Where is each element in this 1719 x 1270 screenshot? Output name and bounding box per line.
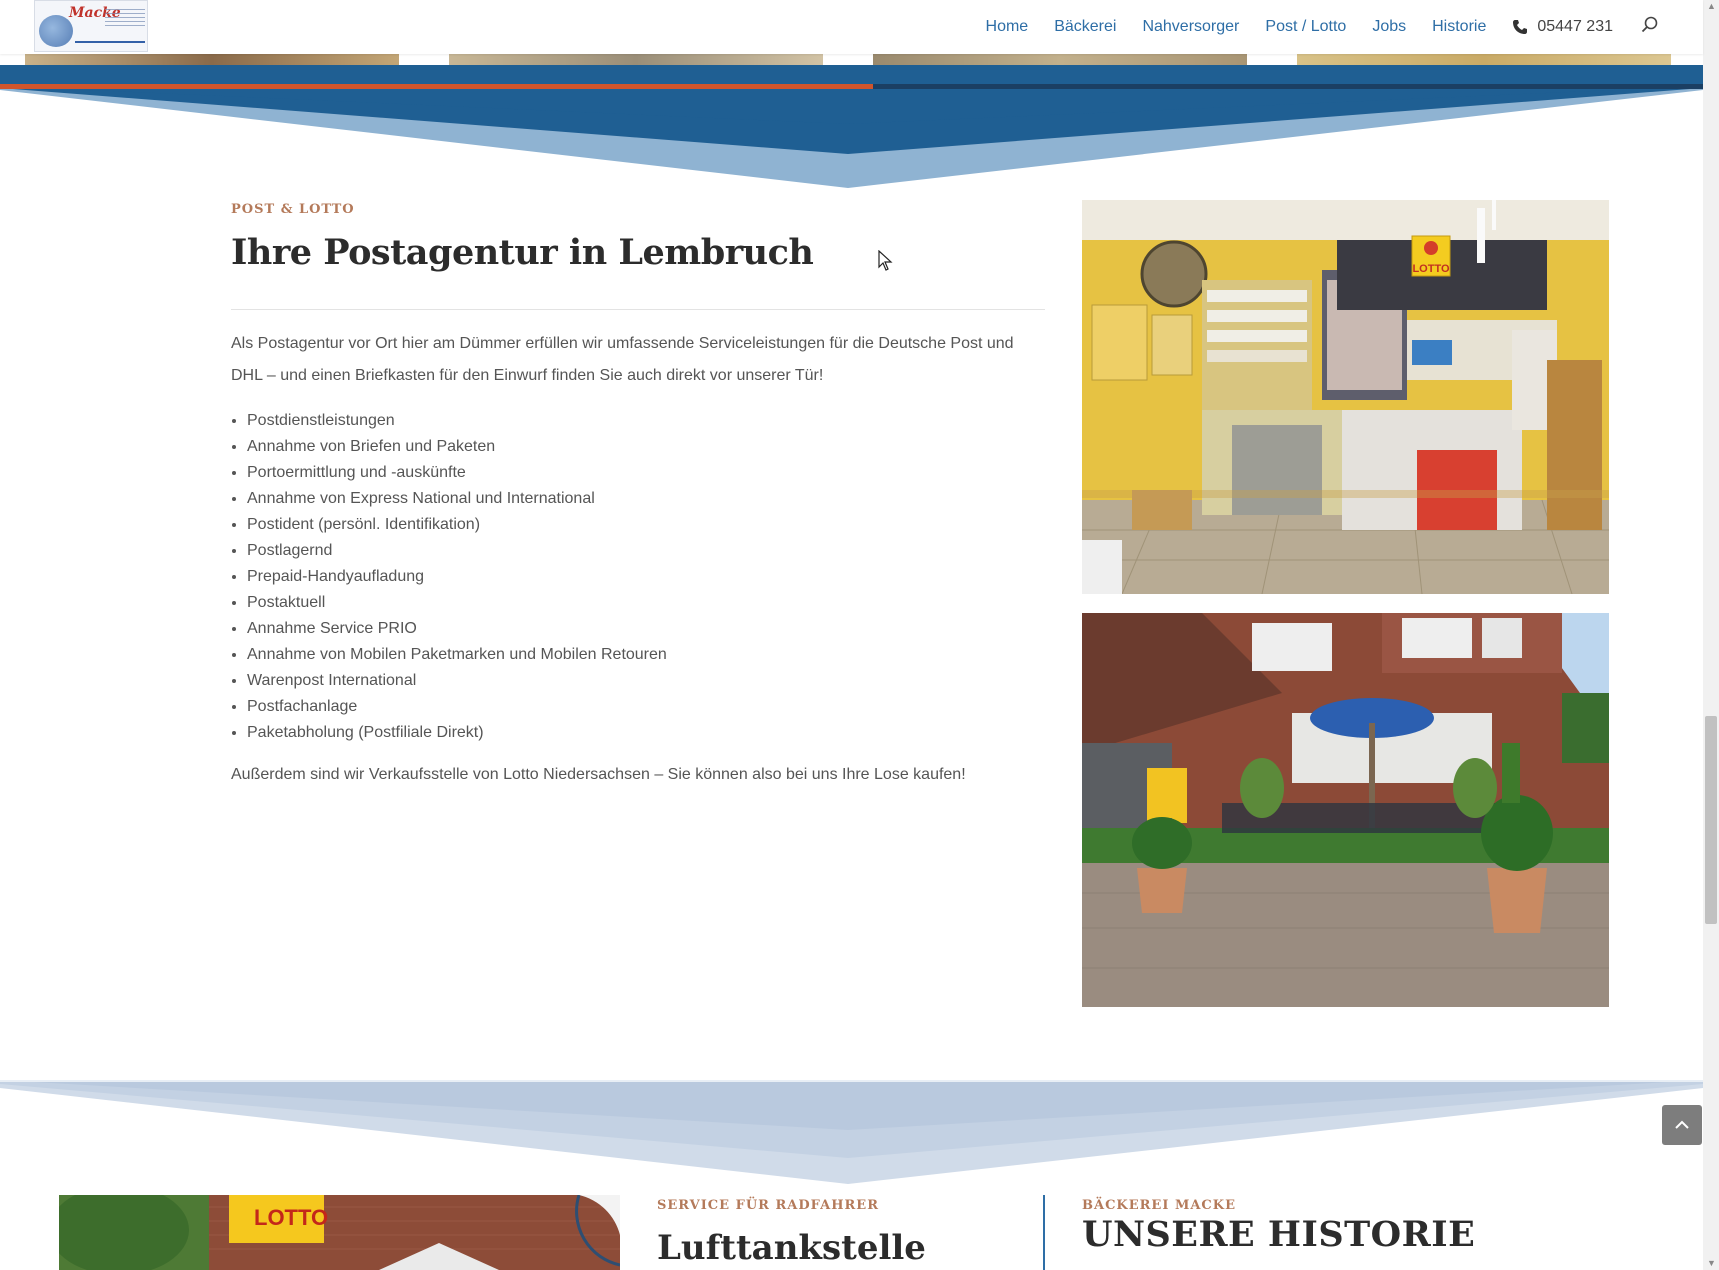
phone-icon: [1513, 20, 1528, 34]
nav-item-jobs[interactable]: Jobs: [1372, 18, 1406, 36]
list-item: Postdienstleistungen: [247, 408, 667, 434]
air-station-eyebrow: SERVICE FÜR RADFAHRER: [657, 1198, 879, 1213]
phone-link[interactable]: 05447 231: [1512, 18, 1613, 36]
slider-progress-track: [873, 84, 1703, 89]
slider-progress-active: [0, 84, 873, 89]
intro-text: Als Postagentur vor Ort hier am Dümmer e…: [231, 335, 1014, 384]
main-navigation: Home Bäckerei Nahversorger Post / Lotto …: [960, 0, 1659, 54]
section-eyebrow: POST & LOTTO: [231, 202, 355, 217]
logo-small-print: [105, 9, 145, 29]
list-item: Paketabholung (Postfiliale Direkt): [247, 720, 667, 746]
lotto-sign-text: LOTTO: [1412, 263, 1450, 275]
nav-item-post-lotto[interactable]: Post / Lotto: [1265, 18, 1346, 36]
scroll-up-arrow-icon[interactable]: ▲: [1707, 2, 1716, 11]
list-item: Annahme von Express National und Interna…: [247, 486, 667, 512]
logo-emblem: [39, 15, 73, 47]
storefront-lotto-sign: LOTTO: [254, 1205, 328, 1230]
back-to-top-button[interactable]: [1662, 1105, 1702, 1145]
section-divider-bottom: [0, 1080, 1703, 1184]
section-divider-top: [0, 65, 1703, 188]
search-button[interactable]: [1641, 16, 1659, 39]
photo-lotto-storefront: LOTTO: [59, 1195, 620, 1270]
photo-post-office-interior: LOTTO: [1082, 200, 1609, 594]
site-header: Macke Home Bäckerei Nahversorger Post / …: [0, 0, 1703, 54]
list-item: Postlagernd: [247, 538, 667, 564]
photo-shop-exterior: [1082, 613, 1609, 1007]
history-eyebrow: BÄCKEREI MACKE: [1082, 1198, 1236, 1213]
logo-underline: [75, 41, 145, 43]
list-item: Warenpost International: [247, 668, 667, 694]
list-item: Portoermittlung und -auskünfte: [247, 460, 667, 486]
services-list: Postdienstleistungen Annahme von Briefen…: [231, 408, 667, 746]
title-divider: [231, 309, 1045, 310]
nav-item-baeckerei[interactable]: Bäckerei: [1054, 18, 1116, 36]
scrollbar-track[interactable]: [1703, 0, 1719, 1270]
search-icon: [1641, 16, 1658, 32]
list-item: Postfachanlage: [247, 694, 667, 720]
nav-item-home[interactable]: Home: [986, 18, 1029, 36]
air-station-title: Lufttankstelle: [657, 1228, 926, 1268]
list-item: Annahme von Mobilen Paketmarken und Mobi…: [247, 642, 667, 668]
phone-number: 05447 231: [1537, 18, 1613, 35]
site-logo[interactable]: Macke: [34, 0, 148, 52]
column-separator: [1043, 1195, 1045, 1270]
list-item: Annahme Service PRIO: [247, 616, 667, 642]
scrollbar-thumb[interactable]: [1705, 716, 1717, 924]
list-item: Postident (persönl. Identifikation): [247, 512, 667, 538]
page-title: Ihre Postagentur in Lembruch: [231, 232, 814, 273]
scroll-down-arrow-icon[interactable]: ▼: [1707, 1259, 1716, 1268]
nav-item-historie[interactable]: Historie: [1432, 18, 1486, 36]
outro-text: Außerdem sind wir Verkaufsstelle von Lot…: [231, 766, 966, 783]
list-item: Annahme von Briefen und Paketen: [247, 434, 667, 460]
list-item: Prepaid-Handyaufladung: [247, 564, 667, 590]
history-title: UNSERE HISTORIE: [1082, 1214, 1476, 1255]
nav-item-nahversorger[interactable]: Nahversorger: [1142, 18, 1239, 36]
list-item: Postaktuell: [247, 590, 667, 616]
mouse-cursor-icon: [878, 250, 893, 271]
chevron-up-icon: [1675, 1120, 1689, 1129]
